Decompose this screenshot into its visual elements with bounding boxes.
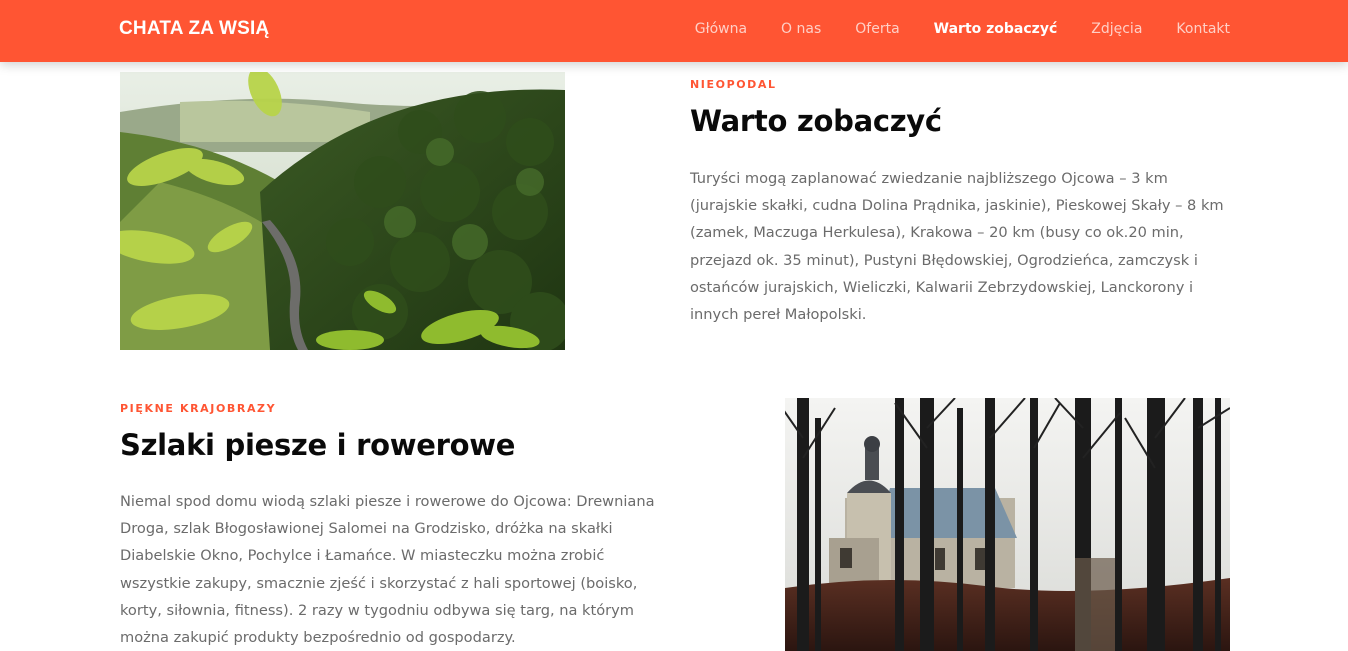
section-description: Niemal spod domu wiodą szlaki piesze i r… [120,493,655,647]
nav-item-warto-zobaczyc[interactable]: Warto zobaczyć [934,21,1058,37]
nav-item-oferta[interactable]: Oferta [855,21,899,37]
main-nav: Główna O nas Oferta Warto zobaczyć Zdjęc… [661,21,1230,37]
section-title: Szlaki piesze i rowerowe [120,428,516,462]
brand-logo-link[interactable]: CHATA ZA WSIĄ [119,18,269,40]
section-title: Warto zobaczyć [690,104,942,138]
nav-item-o-nas[interactable]: O nas [781,21,821,37]
chapel-winter-trees-photo [785,398,1230,651]
section-description: Turyści mogą zaplanować zwiedzanie najbl… [690,170,1224,324]
nav-item-glowna[interactable]: Główna [695,21,747,37]
nav-item-zdjecia[interactable]: Zdjęcia [1091,21,1142,37]
section-eyebrow: NIEOPODAL [690,78,777,91]
section-eyebrow: PIĘKNE KRAJOBRAZY [120,402,277,415]
valley-forest-road-photo [120,72,565,350]
nav-item-kontakt[interactable]: Kontakt [1176,21,1230,37]
top-navbar: CHATA ZA WSIĄ Główna O nas Oferta Warto … [0,0,1348,62]
